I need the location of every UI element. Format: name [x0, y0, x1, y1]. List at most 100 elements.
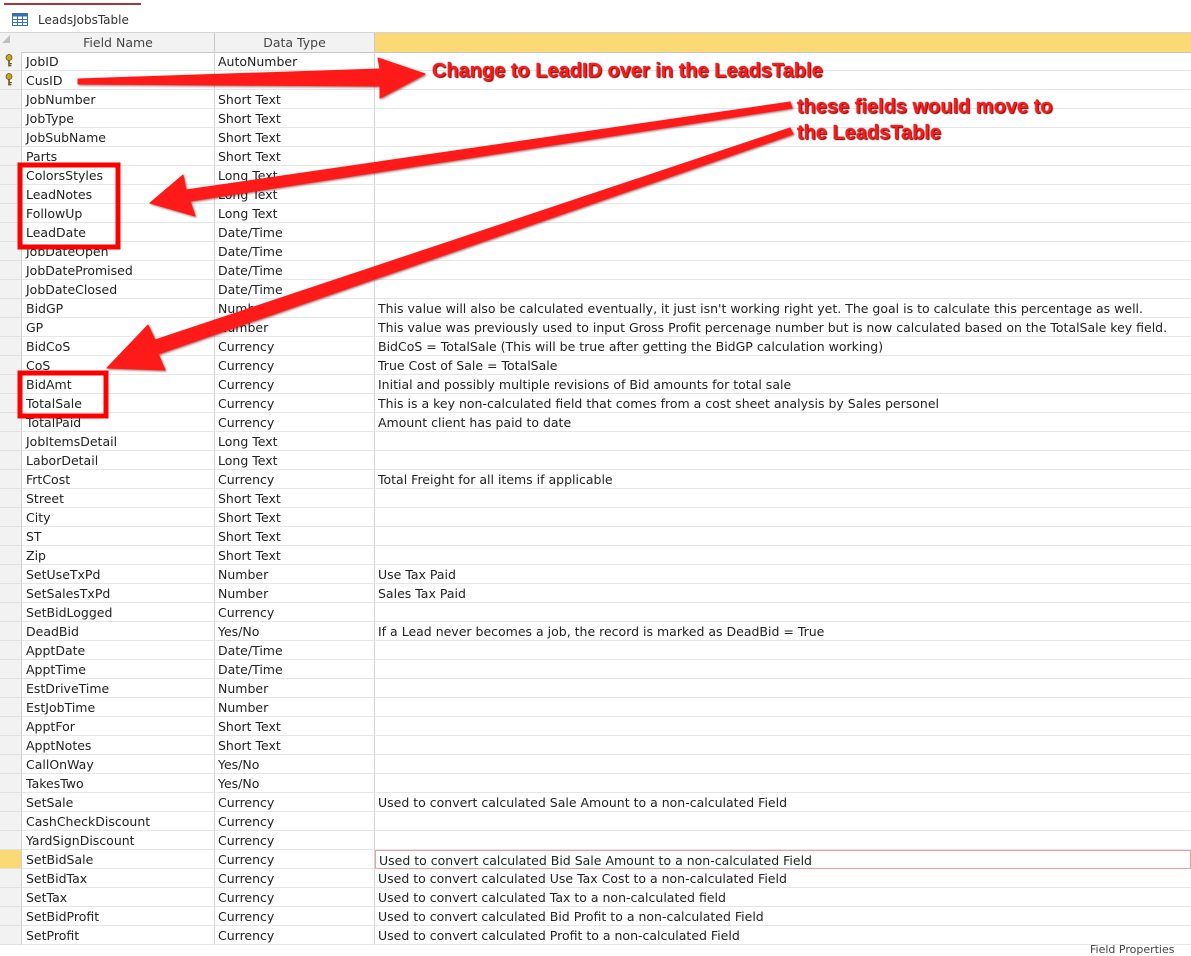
row-selector[interactable] — [0, 147, 22, 166]
field-name-cell[interactable]: CusID — [22, 71, 215, 90]
description-cell[interactable] — [375, 527, 1191, 546]
field-name-cell[interactable]: SetBidProfit — [22, 907, 215, 926]
data-type-cell[interactable]: Date/Time — [215, 223, 375, 242]
field-row[interactable]: YardSignDiscount Currency — [0, 831, 1191, 850]
field-row[interactable]: SetBidLogged Currency — [0, 603, 1191, 622]
field-name-cell[interactable]: JobType — [22, 109, 215, 128]
field-row[interactable]: BidCoS Currency BidCoS = TotalSale (This w… — [0, 337, 1191, 356]
field-row[interactable]: BidAmt Currency Initial and possibly multi… — [0, 375, 1191, 394]
data-type-cell[interactable]: Number — [215, 565, 375, 584]
description-cell[interactable] — [375, 736, 1191, 755]
field-name-cell[interactable]: Zip — [22, 546, 215, 565]
row-selector[interactable] — [0, 774, 22, 793]
data-type-cell[interactable]: Short Text — [215, 90, 375, 109]
description-cell[interactable] — [375, 489, 1191, 508]
description-cell[interactable]: Used to convert calculated Bid Profit to… — [375, 907, 1191, 926]
description-cell[interactable]: Use Tax Paid — [375, 565, 1191, 584]
header-description[interactable] — [375, 33, 1191, 53]
row-selector[interactable] — [0, 622, 22, 641]
field-name-cell[interactable]: GP — [22, 318, 215, 337]
data-type-cell[interactable]: Currency — [215, 394, 375, 413]
field-name-cell[interactable]: JobSubName — [22, 128, 215, 147]
description-cell[interactable] — [375, 698, 1191, 717]
row-selector[interactable] — [0, 71, 22, 90]
description-cell[interactable] — [375, 261, 1191, 280]
document-tab[interactable]: LeadsJobsTable — [4, 3, 141, 34]
row-selector[interactable] — [0, 280, 22, 299]
data-type-cell[interactable]: Currency — [215, 812, 375, 831]
field-row[interactable]: CashCheckDiscount Currency — [0, 812, 1191, 831]
field-row[interactable]: SetTax Currency Used to convert calculated… — [0, 888, 1191, 907]
row-selector[interactable] — [0, 413, 22, 432]
description-cell[interactable]: True Cost of Sale = TotalSale — [375, 356, 1191, 375]
data-type-cell[interactable]: Short Text — [215, 546, 375, 565]
field-name-cell[interactable]: JobDatePromised — [22, 261, 215, 280]
field-name-cell[interactable]: SetSalesTxPd — [22, 584, 215, 603]
field-row[interactable]: ApptNotes Short Text — [0, 736, 1191, 755]
field-row[interactable]: SetUseTxPd Number Use Tax Paid — [0, 565, 1191, 584]
field-name-cell[interactable]: JobDateOpen — [22, 242, 215, 261]
field-name-cell[interactable]: ApptDate — [22, 641, 215, 660]
row-selector[interactable] — [0, 565, 22, 584]
description-cell[interactable]: This value was previously used to input … — [375, 318, 1191, 337]
description-cell[interactable] — [375, 546, 1191, 565]
field-row[interactable]: JobItemsDetail Long Text — [0, 432, 1191, 451]
field-name-cell[interactable]: SetBidSale — [22, 850, 215, 869]
row-selector[interactable] — [0, 394, 22, 413]
data-type-cell[interactable]: Currency — [215, 907, 375, 926]
description-cell[interactable]: Total Freight for all items if applicabl… — [375, 470, 1191, 489]
field-name-cell[interactable]: SetSale — [22, 793, 215, 812]
data-type-cell[interactable]: Currency — [215, 888, 375, 907]
data-type-cell[interactable]: Currency — [215, 413, 375, 432]
field-row[interactable]: SetProfit Currency Used to convert calcula… — [0, 926, 1191, 945]
row-selector[interactable] — [0, 793, 22, 812]
description-cell[interactable] — [375, 603, 1191, 622]
description-cell[interactable] — [375, 166, 1191, 185]
description-cell[interactable] — [375, 508, 1191, 527]
data-type-cell[interactable]: Short Text — [215, 527, 375, 546]
description-cell[interactable] — [375, 90, 1191, 109]
row-selector[interactable] — [0, 185, 22, 204]
data-type-cell[interactable]: Date/Time — [215, 280, 375, 299]
field-name-cell[interactable]: JobID — [22, 52, 215, 71]
row-selector[interactable] — [0, 641, 22, 660]
description-cell[interactable]: Used to convert calculated Use Tax Cost … — [375, 869, 1191, 888]
field-row[interactable]: JobDateOpen Date/Time — [0, 242, 1191, 261]
field-name-cell[interactable]: SetTax — [22, 888, 215, 907]
description-cell[interactable] — [375, 242, 1191, 261]
field-name-cell[interactable]: CoS — [22, 356, 215, 375]
data-type-cell[interactable]: AutoNumber — [215, 52, 375, 71]
data-type-cell[interactable]: Date/Time — [215, 242, 375, 261]
field-row[interactable]: FollowUp Long Text — [0, 204, 1191, 223]
field-row[interactable]: JobDatePromised Date/Time — [0, 261, 1191, 280]
row-selector[interactable] — [0, 242, 22, 261]
row-selector[interactable] — [0, 660, 22, 679]
description-cell[interactable] — [375, 660, 1191, 679]
row-selector[interactable] — [0, 869, 22, 888]
field-row[interactable]: LaborDetail Long Text — [0, 451, 1191, 470]
row-selector[interactable] — [0, 717, 22, 736]
data-type-cell[interactable]: Yes/No — [215, 622, 375, 641]
header-data-type[interactable]: Data Type — [215, 33, 375, 53]
data-type-cell[interactable]: Short Text — [215, 109, 375, 128]
data-type-cell[interactable]: Yes/No — [215, 755, 375, 774]
field-name-cell[interactable]: TotalSale — [22, 394, 215, 413]
row-selector[interactable] — [0, 261, 22, 280]
header-field-name[interactable]: Field Name — [22, 33, 215, 53]
row-selector[interactable] — [0, 831, 22, 850]
description-cell[interactable]: Sales Tax Paid — [375, 584, 1191, 603]
row-selector[interactable] — [0, 603, 22, 622]
field-row[interactable]: SetSale Currency Used to convert calculate… — [0, 793, 1191, 812]
field-name-cell[interactable]: SetUseTxPd — [22, 565, 215, 584]
data-type-cell[interactable]: Number — [215, 318, 375, 337]
row-selector[interactable] — [0, 166, 22, 185]
row-selector[interactable] — [0, 470, 22, 489]
description-cell[interactable]: If a Lead never becomes a job, the recor… — [375, 622, 1191, 641]
data-type-cell[interactable]: Currency — [215, 926, 375, 945]
field-row[interactable]: SetBidTax Currency Used to convert calcula… — [0, 869, 1191, 888]
field-row[interactable]: ApptTime Date/Time — [0, 660, 1191, 679]
field-name-cell[interactable]: JobNumber — [22, 90, 215, 109]
field-row[interactable]: Zip Short Text — [0, 546, 1191, 565]
description-cell[interactable]: Used to convert calculated Bid Sale Amou… — [375, 850, 1191, 869]
field-row[interactable]: GP Number This value was previously used t… — [0, 318, 1191, 337]
